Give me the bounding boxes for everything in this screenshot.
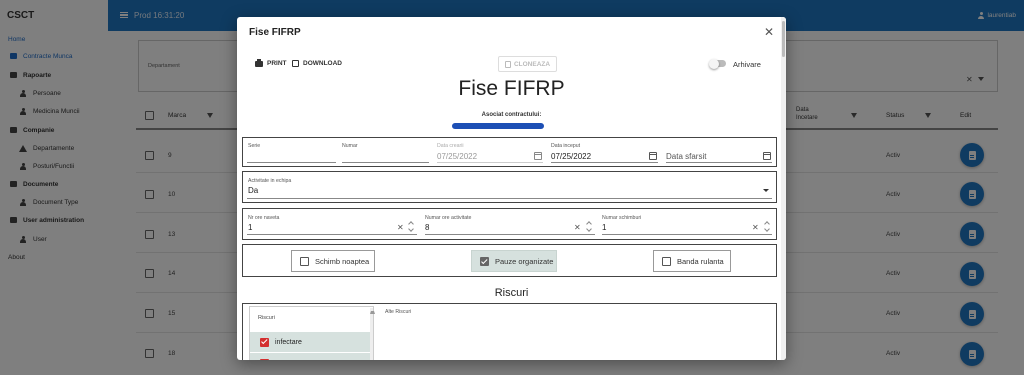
- data-crearii-label: Data crearii: [437, 143, 464, 149]
- data-inceput-input[interactable]: [551, 162, 658, 163]
- nr-ore-naveta-label: Nr ore naveta: [248, 215, 280, 221]
- archive-label: Arhivare: [733, 60, 761, 69]
- riscuri-heading: Riscuri: [494, 287, 529, 299]
- numar-schimburi-underline: [602, 234, 772, 235]
- close-icon[interactable]: ✕: [764, 25, 774, 39]
- checkbox-checked-icon: [260, 337, 269, 347]
- chevron-down-icon[interactable]: [763, 189, 769, 192]
- asociat-contract-label: Asociat contractului:: [481, 112, 542, 118]
- numar-input[interactable]: [342, 162, 429, 163]
- checkbox-icon: [300, 256, 309, 266]
- checkbox-checked-icon: [480, 256, 489, 266]
- clone-button[interactable]: CLONEAZA: [498, 56, 557, 72]
- stepper-icon[interactable]: [408, 222, 414, 232]
- copy-icon: [504, 60, 511, 68]
- activitate-select[interactable]: Da: [248, 186, 258, 195]
- dialog-scrollbar[interactable]: [781, 17, 786, 360]
- numar-schimburi-label: Numar schimburi: [602, 215, 642, 221]
- numar-ore-activitate-underline: [425, 234, 595, 235]
- activitate-underline: [247, 198, 772, 199]
- banda-rulanta-label: Banda rulanta: [677, 256, 724, 266]
- download-button[interactable]: DOWNLOAD: [292, 60, 342, 67]
- alte-riscuri-label: Alte Riscuri: [385, 309, 412, 315]
- redacted-contract-value: [452, 123, 544, 129]
- numar-schimburi-input[interactable]: 1: [602, 223, 606, 232]
- scrollbar-thumb[interactable]: [782, 21, 785, 57]
- stepper-icon[interactable]: [764, 222, 770, 232]
- riscuri-list[interactable]: Riscuri infectare: [249, 306, 374, 360]
- numar-ore-activitate-label: Numar ore activitate: [425, 215, 472, 221]
- calendar-icon: [534, 152, 542, 160]
- stepper-icon[interactable]: [586, 222, 592, 232]
- schimb-noaptea-label: Schimb noaptea: [315, 256, 370, 266]
- risk-item-label: infectare: [275, 338, 302, 346]
- data-sfarsit-input[interactable]: [666, 162, 772, 163]
- print-button[interactable]: PRINT: [255, 58, 287, 67]
- schimb-noaptea-checkbox[interactable]: Schimb noaptea: [291, 250, 375, 272]
- ore-section: [242, 208, 777, 240]
- data-crearii-value: 07/25/2022: [437, 152, 478, 161]
- list-item[interactable]: [250, 353, 373, 360]
- data-crearii-input: [437, 162, 543, 163]
- clear-icon[interactable]: ✕: [574, 223, 581, 232]
- numar-label: Numar: [342, 143, 358, 149]
- clone-label: CLONEAZA: [513, 60, 551, 68]
- data-inceput-value[interactable]: 07/25/2022: [551, 152, 591, 161]
- clear-icon[interactable]: ✕: [397, 223, 404, 232]
- toggle-knob: [709, 58, 719, 69]
- print-label: PRINT: [267, 60, 287, 67]
- riscuri-list-label: Riscuri: [258, 315, 275, 321]
- checkbox-checked-icon: [260, 358, 269, 360]
- download-label: DOWNLOAD: [303, 60, 342, 67]
- risk-item-infectare[interactable]: infectare: [250, 332, 373, 352]
- serie-input[interactable]: [247, 162, 336, 163]
- form-heading: Fise FIFRP: [458, 77, 565, 100]
- pauze-organizate-checkbox[interactable]: Pauze organizate: [471, 250, 557, 272]
- data-inceput-label: Data inceput: [551, 143, 581, 149]
- serie-label: Serie: [248, 143, 261, 149]
- calendar-icon[interactable]: [763, 152, 771, 160]
- clear-icon[interactable]: ✕: [752, 223, 759, 232]
- nr-ore-naveta-underline: [247, 234, 417, 235]
- fise-fifrp-dialog: Fise FIFRP ✕ PRINT DOWNLOAD CLONEAZA Arh…: [237, 17, 786, 360]
- riscuri-scrollbar[interactable]: [370, 308, 375, 360]
- activitate-label: Activitate in echipa: [248, 178, 292, 184]
- nr-ore-naveta-input[interactable]: 1: [248, 223, 252, 232]
- download-icon: [292, 60, 299, 67]
- pauze-organizate-label: Pauze organizate: [495, 256, 554, 266]
- numar-ore-activitate-input[interactable]: 8: [425, 223, 429, 232]
- archive-toggle[interactable]: [709, 58, 726, 69]
- banda-rulanta-checkbox[interactable]: Banda rulanta: [653, 250, 731, 272]
- dialog-title: Fise FIFRP: [249, 27, 301, 38]
- calendar-icon[interactable]: [649, 152, 657, 160]
- checkbox-icon: [662, 256, 671, 266]
- data-sfarsit-placeholder[interactable]: Data sfarsit: [666, 152, 706, 161]
- printer-icon: [255, 58, 263, 67]
